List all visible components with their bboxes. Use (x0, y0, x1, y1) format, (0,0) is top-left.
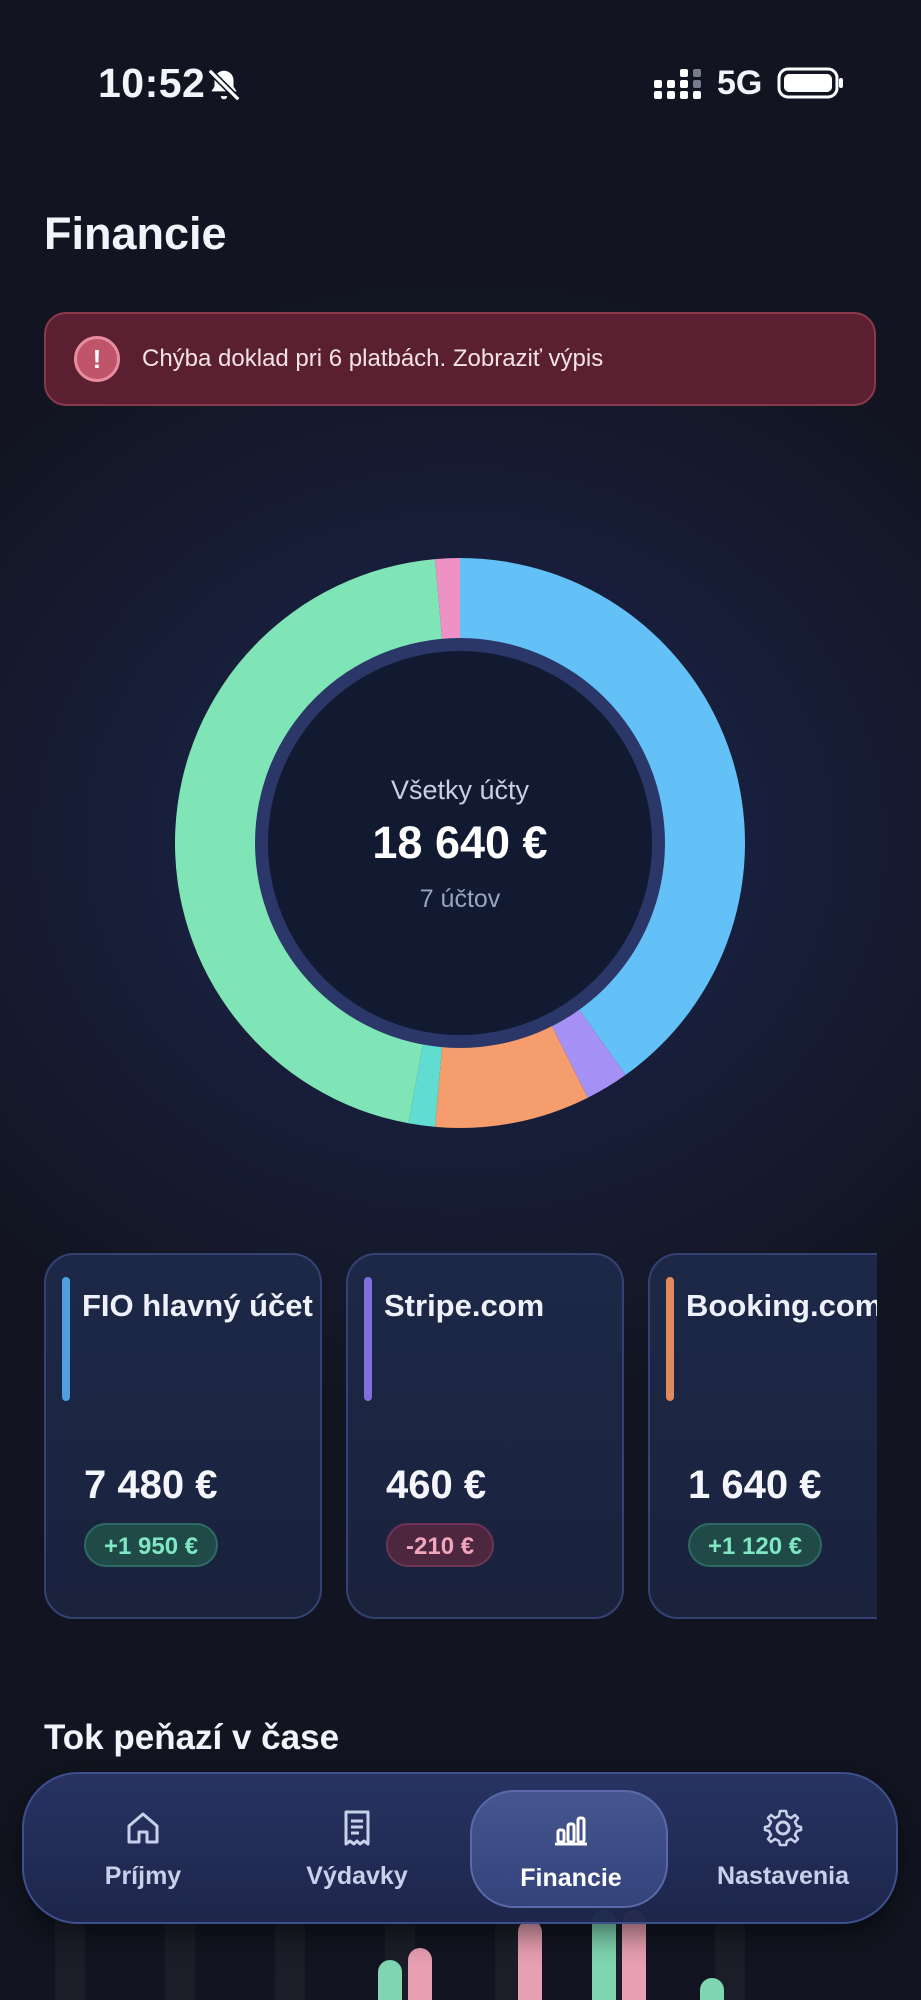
bell-muted-icon (207, 68, 241, 102)
chart-bar (378, 1960, 402, 2000)
account-card-stripe[interactable]: Stripe.com 460 € -210 € (346, 1253, 624, 1619)
tab-label: Financie (520, 1864, 622, 1892)
network-type: 5G (717, 64, 763, 102)
battery-icon (777, 67, 843, 99)
donut-total: 18 640 € (372, 817, 548, 868)
tab-label: Výdavky (306, 1862, 408, 1890)
account-name: Booking.com (686, 1288, 877, 1323)
status-time: 10:52 (98, 60, 206, 106)
account-card-booking[interactable]: Booking.com 1 640 € +1 120 € (648, 1253, 877, 1619)
tab-settings[interactable]: Nastavenia (684, 1790, 882, 1908)
account-color-bar (666, 1277, 674, 1401)
exclamation-icon: ! (74, 336, 120, 382)
account-color-bar (364, 1277, 372, 1401)
account-name: FIO hlavný účet (82, 1288, 313, 1323)
account-change-badge: -210 € (386, 1523, 495, 1567)
bottom-tab-bar: Príjmy Výdavky Financie Nastavenia (22, 1772, 898, 1924)
account-balance: 460 € (386, 1463, 487, 1507)
account-change-badge: +1 120 € (688, 1523, 823, 1567)
chart-bar (700, 1978, 724, 2000)
account-balance: 1 640 € (688, 1463, 822, 1507)
tab-finance[interactable]: Financie (470, 1790, 668, 1908)
donut-label: Všetky účty (390, 775, 530, 805)
cashflow-section-title: Tok peňazí v čase (44, 1718, 340, 1757)
status-bar: 10:52 5G (0, 0, 921, 170)
account-change-badge: +1 950 € (84, 1523, 219, 1567)
tab-income[interactable]: Príjmy (44, 1790, 242, 1908)
account-name: Stripe.com (384, 1288, 545, 1323)
missing-receipt-alert[interactable]: ! Chýba doklad pri 6 platbách. Zobraziť … (44, 312, 876, 406)
alert-text: Chýba doklad pri 6 platbách. Zobraziť vý… (142, 345, 604, 372)
tab-label: Príjmy (104, 1862, 182, 1890)
account-balance: 7 480 € (84, 1463, 218, 1507)
chart-bar (408, 1948, 432, 2000)
donut-center: Všetky účty 18 640 € 7 účtov (160, 543, 760, 1143)
account-card-fio[interactable]: FIO hlavný účet 7 480 € +1 950 € (44, 1253, 322, 1619)
tab-label: Nastavenia (716, 1862, 850, 1890)
chart-bar (518, 1920, 542, 2000)
bar-chart-icon (555, 1816, 587, 1846)
donut-account-count: 7 účtov (419, 885, 501, 913)
home-icon (127, 1812, 159, 1844)
account-cards: FIO hlavný účet 7 480 € +1 950 € Stripe.… (44, 1253, 877, 1623)
account-color-bar (62, 1277, 70, 1401)
gear-icon (763, 1809, 803, 1847)
tab-expenses[interactable]: Výdavky (258, 1790, 456, 1908)
page-title: Financie (44, 208, 227, 259)
receipt-icon (344, 1810, 370, 1846)
signal-icon (654, 69, 701, 99)
